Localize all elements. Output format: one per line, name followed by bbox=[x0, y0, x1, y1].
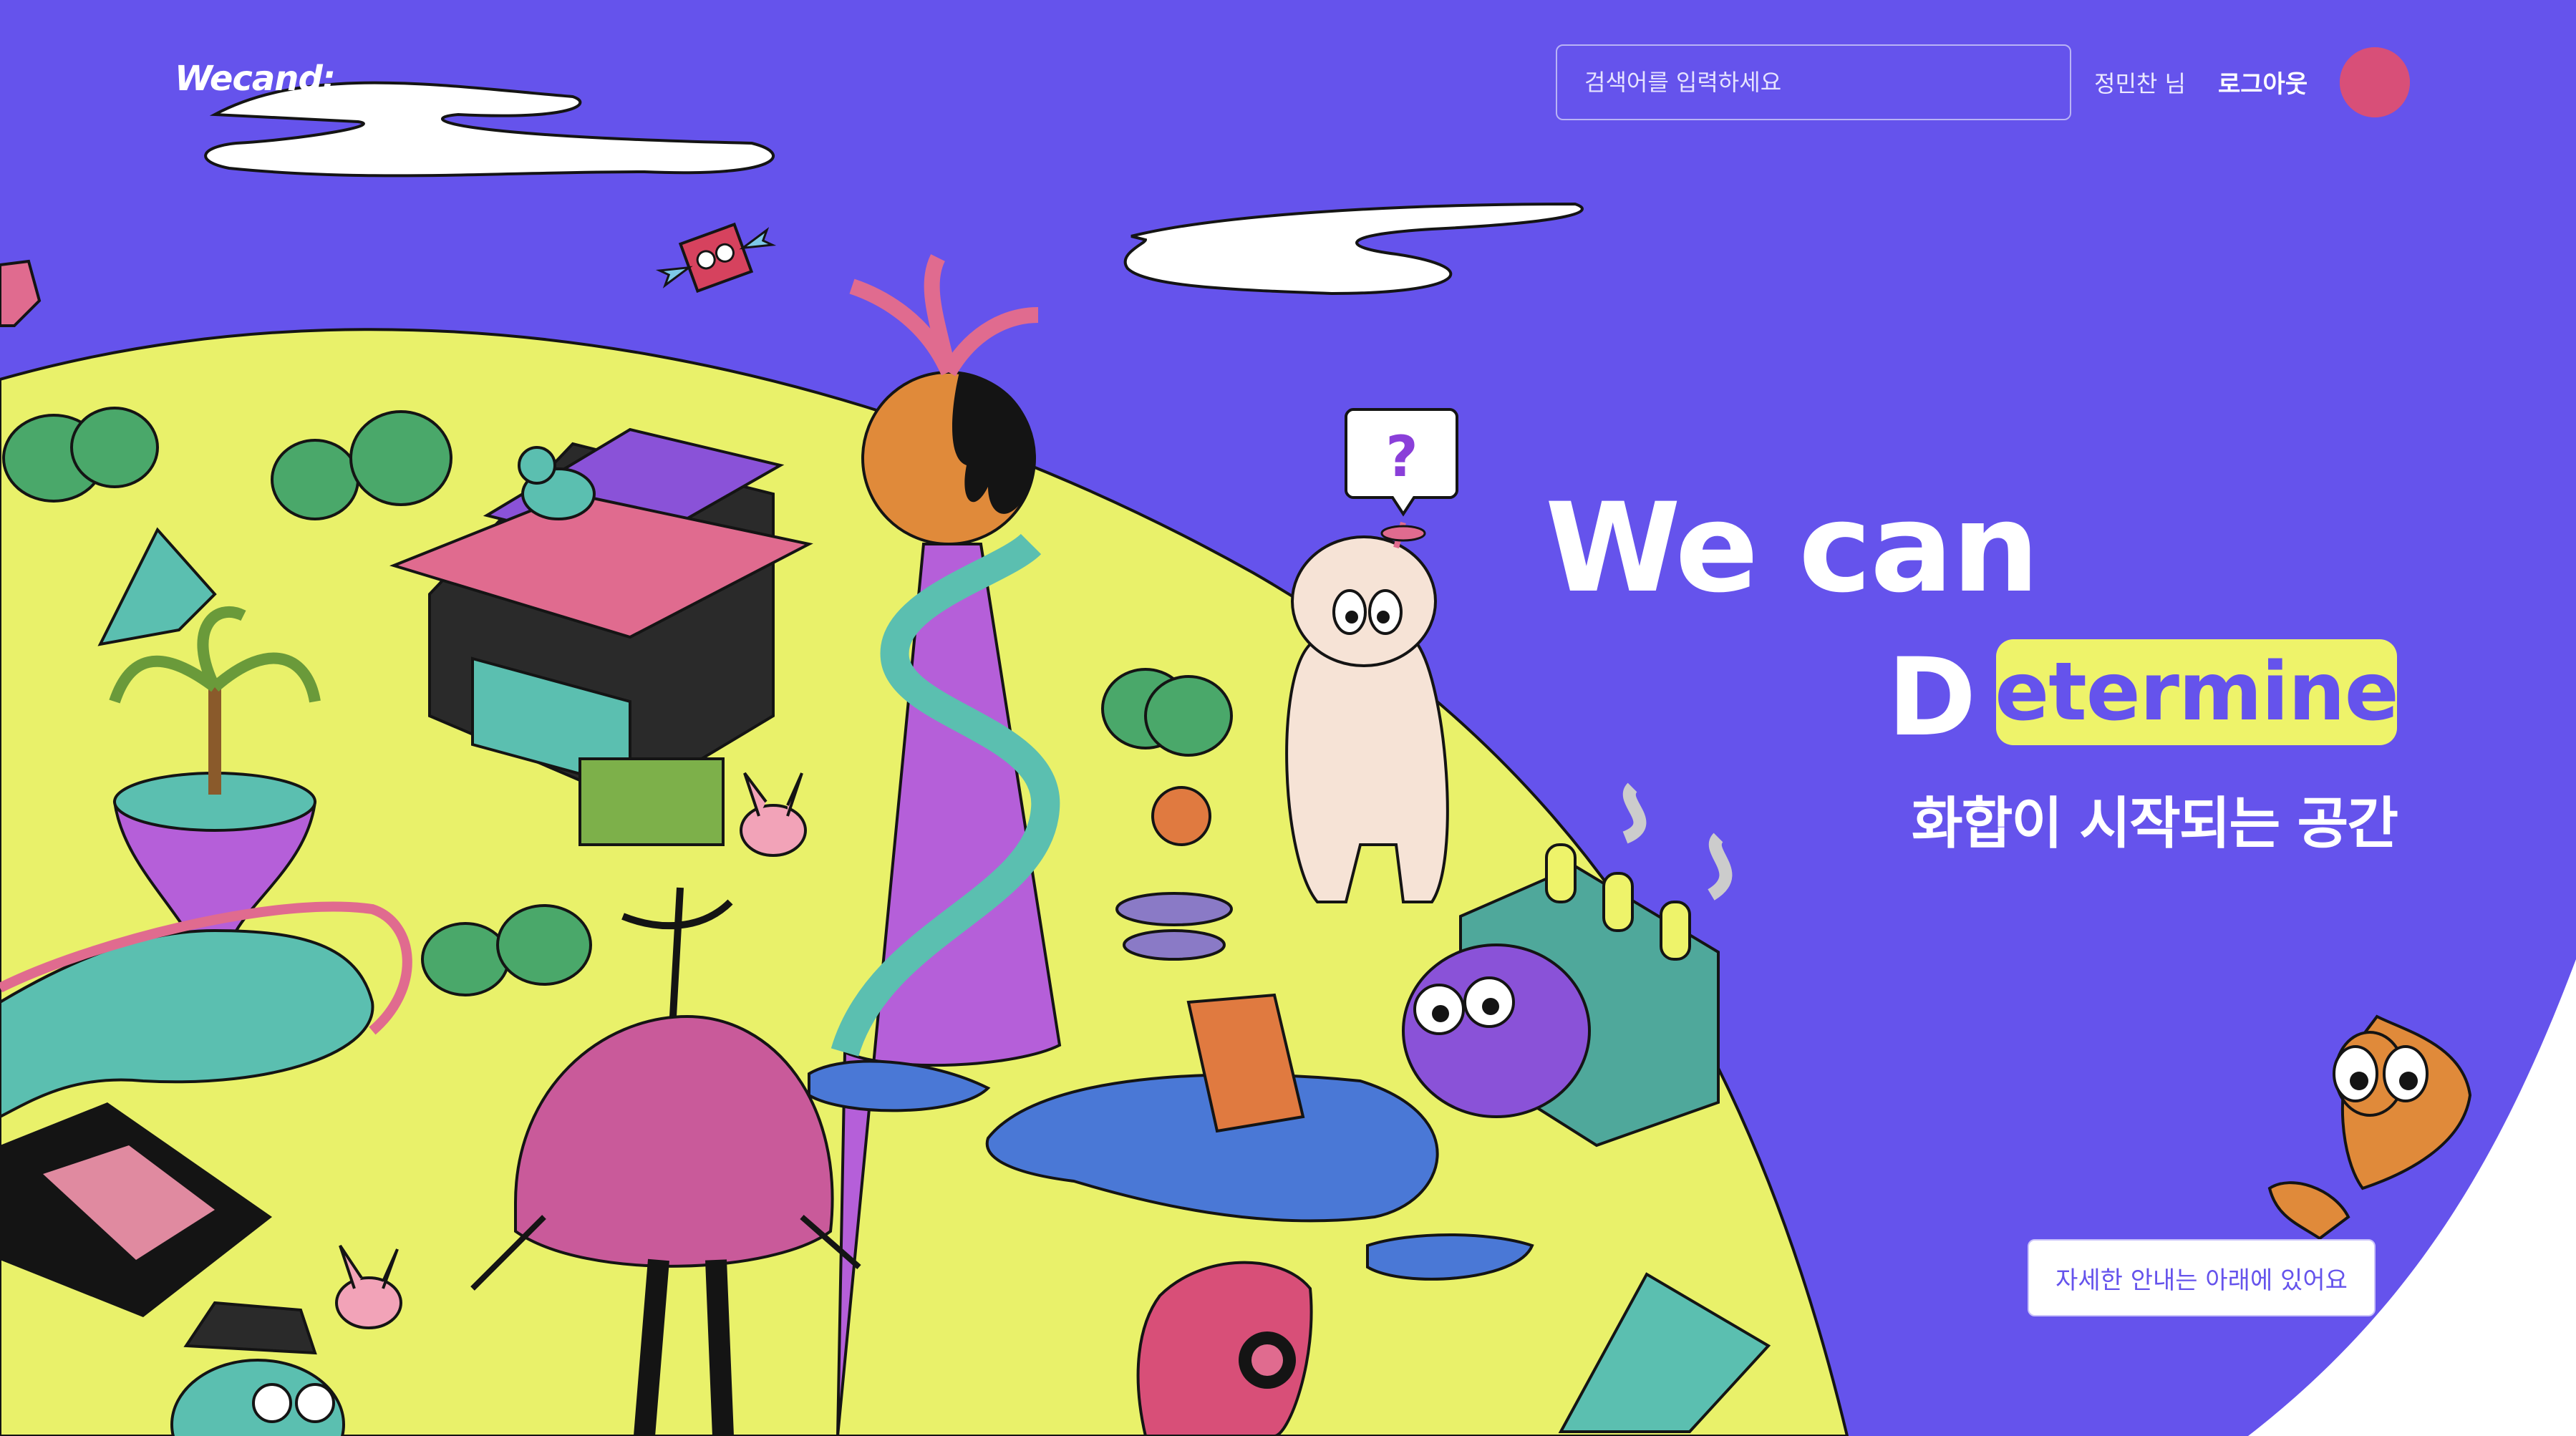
hero-subtitle: 화합이 시작되는 공간 bbox=[1911, 792, 2398, 856]
search-input[interactable] bbox=[1583, 68, 2044, 97]
user-name: 정민찬 님 bbox=[2094, 70, 2186, 97]
hero-title-line1: We can bbox=[1545, 476, 2040, 620]
hero-highlight-text: etermine bbox=[1995, 646, 2398, 739]
guide-button[interactable]: 자세한 안내는 아래에 있어요 bbox=[2028, 1239, 2376, 1316]
speech-bubble-icon: ? bbox=[1345, 408, 1458, 517]
logout-link[interactable]: 로그아웃 bbox=[2218, 64, 2308, 100]
hero-highlight: etermine bbox=[1995, 639, 2399, 745]
speech-bubble-text: ? bbox=[1385, 425, 1418, 490]
hero-title-letter: D bbox=[1887, 636, 1977, 760]
search-box[interactable] bbox=[1556, 44, 2071, 120]
brand-logo[interactable]: Wecand: bbox=[175, 59, 336, 99]
user-avatar[interactable] bbox=[2340, 47, 2410, 117]
